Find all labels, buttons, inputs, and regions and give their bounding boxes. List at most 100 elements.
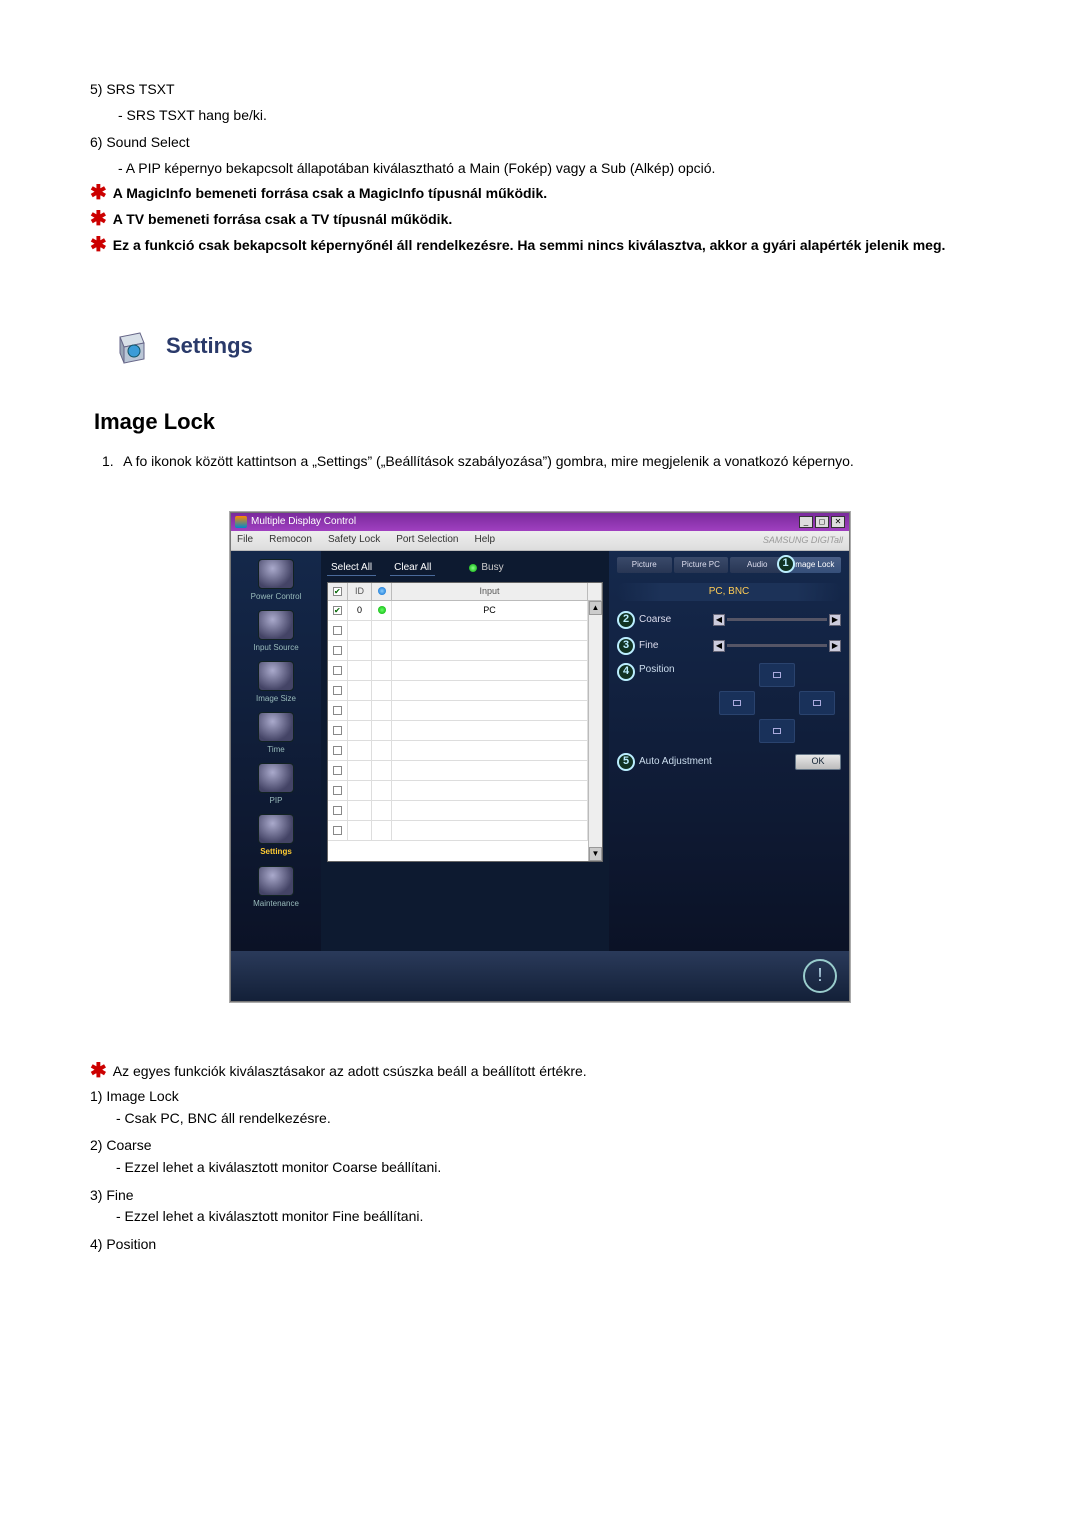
checkbox-icon[interactable] <box>333 826 342 835</box>
checkbox-icon[interactable] <box>333 726 342 735</box>
grid-header-status <box>372 583 392 600</box>
settings-heading: Settings <box>166 331 253 362</box>
coarse-slider[interactable]: ◀ ▶ <box>713 614 841 626</box>
desc-item-4: 4) Position <box>90 1235 990 1255</box>
grid-row[interactable] <box>328 721 602 741</box>
sidebar-label-maintenance: Maintenance <box>233 898 319 909</box>
arrow-left-icon[interactable]: ◀ <box>713 614 725 626</box>
tab-picturepc[interactable]: Picture PC <box>674 557 729 573</box>
step-list: 1. A fo ikonok között kattintson a „Sett… <box>90 452 990 472</box>
sidebar-item-settings[interactable]: Settings <box>233 810 319 861</box>
note-slider: ✱ Az egyes funkciók kiválasztásakor az a… <box>90 1062 990 1082</box>
auto-adjust-label: Auto Adjustment <box>639 755 739 769</box>
position-row: 4 Position <box>617 663 841 743</box>
tab-imagelock[interactable]: 1 Image Lock <box>787 557 842 573</box>
grid-row[interactable] <box>328 761 602 781</box>
menu-help[interactable]: Help <box>474 533 495 547</box>
grid-row[interactable]: 0 PC <box>328 601 602 621</box>
desc-item-3: 3) Fine <box>90 1186 990 1206</box>
sidebar-item-pip[interactable]: PIP <box>233 759 319 810</box>
position-up-button[interactable] <box>759 663 795 687</box>
menu-safety[interactable]: Safety Lock <box>328 533 380 547</box>
minimize-button[interactable]: _ <box>799 516 813 528</box>
sidebar-label-pip: PIP <box>233 795 319 806</box>
arrow-right-icon[interactable]: ▶ <box>829 614 841 626</box>
menu-port[interactable]: Port Selection <box>396 533 458 547</box>
position-controls <box>713 663 841 743</box>
grid-row[interactable] <box>328 681 602 701</box>
grid-row[interactable] <box>328 701 602 721</box>
position-left-button[interactable] <box>719 691 755 715</box>
desc-item-1: 1) Image Lock <box>90 1087 990 1107</box>
step-1-text: A fo ikonok között kattintson a „Setting… <box>123 453 854 469</box>
display-grid: ID Input 0 PC <box>327 582 603 862</box>
sidebar-item-time[interactable]: Time <box>233 708 319 759</box>
settings-icon <box>258 814 294 844</box>
checkbox-icon[interactable] <box>333 666 342 675</box>
close-button[interactable]: ✕ <box>831 516 845 528</box>
arrow-left-icon[interactable]: ◀ <box>713 640 725 652</box>
grid-cell-id: 0 <box>348 601 372 620</box>
checkbox-icon[interactable] <box>333 766 342 775</box>
sidebar-item-power[interactable]: Power Control <box>233 555 319 606</box>
menu-file[interactable]: File <box>237 533 253 547</box>
checkbox-icon <box>333 587 342 596</box>
app-window: Multiple Display Control _ ◻ ✕ File Remo… <box>230 512 850 1002</box>
position-label: Position <box>639 663 713 677</box>
menu-remocon[interactable]: Remocon <box>269 533 312 547</box>
group-title-pcbnc: PC, BNC <box>617 583 841 601</box>
select-all-button[interactable]: Select All <box>327 561 376 576</box>
coarse-row: 2 Coarse ◀ ▶ <box>617 611 841 629</box>
grid-row[interactable] <box>328 661 602 681</box>
grid-row[interactable] <box>328 741 602 761</box>
busy-indicator: Busy <box>469 561 503 575</box>
checkbox-icon[interactable] <box>333 626 342 635</box>
list-item-5: 5) SRS TSXT <box>90 80 990 100</box>
fine-row: 3 Fine ◀ ▶ <box>617 637 841 655</box>
checkbox-icon[interactable] <box>333 686 342 695</box>
time-icon <box>258 712 294 742</box>
coarse-label: Coarse <box>639 613 713 627</box>
star-icon: ✱ <box>90 238 107 252</box>
brand-label: SAMSUNG DIGITall <box>763 534 843 547</box>
item-6-title: Sound Select <box>106 134 189 150</box>
checkbox-icon[interactable] <box>333 806 342 815</box>
desc-2-title: Coarse <box>106 1137 151 1153</box>
app-title: Multiple Display Control <box>251 515 799 529</box>
slider-track[interactable] <box>727 644 827 647</box>
grid-row[interactable] <box>328 801 602 821</box>
slider-track[interactable] <box>727 618 827 621</box>
grid-scrollbar[interactable]: ▲ ▼ <box>588 601 602 861</box>
grid-row[interactable] <box>328 621 602 641</box>
desc-item-2: 2) Coarse <box>90 1136 990 1156</box>
checkbox-icon[interactable] <box>333 606 342 615</box>
position-right-button[interactable] <box>799 691 835 715</box>
scroll-up-icon[interactable]: ▲ <box>589 601 602 615</box>
grid-header-check <box>328 583 348 600</box>
sidebar-item-size[interactable]: Image Size <box>233 657 319 708</box>
tab-picture[interactable]: Picture <box>617 557 672 573</box>
app-status-strip: ! <box>231 951 849 1001</box>
position-down-button[interactable] <box>759 719 795 743</box>
step-1: 1. A fo ikonok között kattintson a „Sett… <box>102 452 990 472</box>
fine-slider[interactable]: ◀ ▶ <box>713 640 841 652</box>
item-6-desc: - A PIP képernyo bekapcsolt állapotában … <box>90 159 990 179</box>
ok-button[interactable]: OK <box>795 754 841 770</box>
grid-row[interactable] <box>328 821 602 841</box>
clear-all-button[interactable]: Clear All <box>390 561 435 576</box>
app-menubar: File Remocon Safety Lock Port Selection … <box>231 531 849 551</box>
scroll-down-icon[interactable]: ▼ <box>589 847 602 861</box>
grid-row[interactable] <box>328 781 602 801</box>
grid-row[interactable] <box>328 641 602 661</box>
status-icon <box>378 587 386 595</box>
checkbox-icon[interactable] <box>333 746 342 755</box>
checkbox-icon[interactable] <box>333 646 342 655</box>
checkbox-icon[interactable] <box>333 786 342 795</box>
maximize-button[interactable]: ◻ <box>815 516 829 528</box>
sidebar-item-input[interactable]: Input Source <box>233 606 319 657</box>
right-tabs: Picture Picture PC Audio 1 Image Lock <box>617 557 841 573</box>
sidebar-item-maintenance[interactable]: Maintenance <box>233 862 319 913</box>
checkbox-icon[interactable] <box>333 706 342 715</box>
callout-2: 2 <box>617 611 635 629</box>
arrow-right-icon[interactable]: ▶ <box>829 640 841 652</box>
